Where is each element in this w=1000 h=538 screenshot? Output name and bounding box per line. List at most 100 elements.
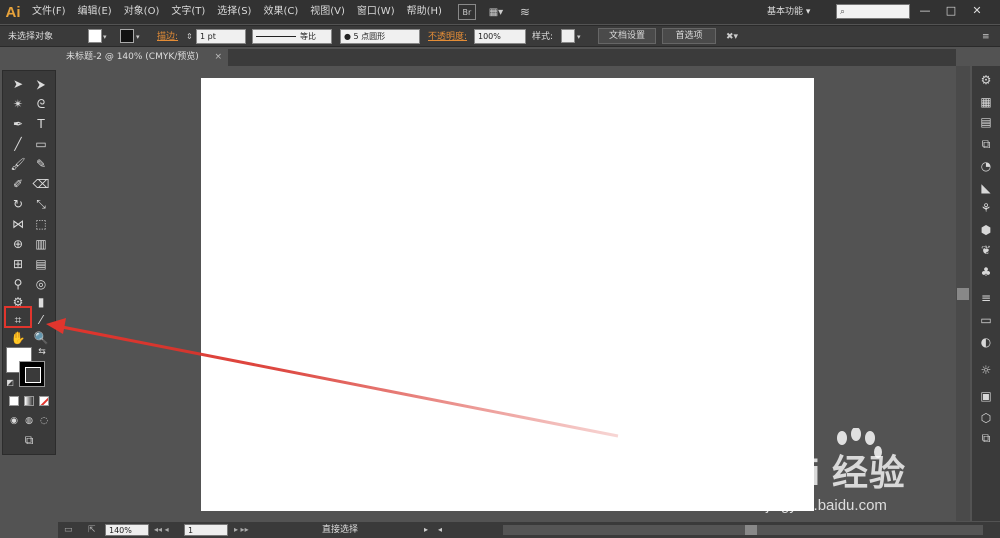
stroke-swatch[interactable] bbox=[120, 29, 134, 43]
graphic-style-swatch[interactable] bbox=[561, 29, 575, 43]
chevron-down-icon[interactable]: ▾ bbox=[103, 30, 107, 44]
panel-icon[interactable]: ◐ bbox=[977, 334, 995, 350]
artboard[interactable] bbox=[201, 78, 814, 511]
menu-item[interactable]: 窗口(W) bbox=[351, 0, 401, 24]
panel-icon[interactable]: ▦ bbox=[977, 94, 995, 110]
screen-mode-icon[interactable]: ⧉ bbox=[17, 431, 41, 449]
panel-icon[interactable]: ❦ bbox=[977, 242, 995, 258]
shape-builder-tool-icon[interactable]: ⊕ bbox=[7, 235, 29, 253]
blend-tool-icon[interactable]: ◎ bbox=[30, 275, 52, 293]
slice-tool-icon[interactable]: ⁄ bbox=[30, 311, 52, 329]
arrange-documents-icon[interactable]: ▦▾ bbox=[484, 4, 508, 20]
eraser-tool-icon[interactable]: ⌫ bbox=[30, 175, 52, 193]
rotate-tool-icon[interactable]: ↻ bbox=[7, 195, 29, 213]
first-artboard-icon[interactable]: ◂◂ ◂ bbox=[154, 524, 169, 536]
sync-settings-icon[interactable]: ≋ bbox=[516, 4, 534, 20]
workspace-switcher[interactable]: 基本功能 ▾ bbox=[767, 4, 810, 17]
column-graph-tool-icon[interactable]: ▮ bbox=[30, 293, 52, 311]
style-label: 样式: bbox=[532, 32, 554, 42]
panel-icon[interactable]: ⚙ bbox=[977, 72, 995, 88]
fill-swatch[interactable] bbox=[88, 29, 102, 43]
hand-tool-icon[interactable]: ✋ bbox=[7, 329, 29, 347]
close-icon[interactable]: × bbox=[214, 49, 222, 66]
preferences-button[interactable]: 首选项 bbox=[662, 28, 716, 44]
stroke-weight-field[interactable]: 1 pt bbox=[196, 29, 246, 44]
draw-normal-icon[interactable]: ◉ bbox=[7, 412, 21, 430]
minimize-button[interactable]: — bbox=[914, 3, 936, 19]
selection-tool-icon[interactable]: ➤ bbox=[7, 75, 29, 93]
default-colors-icon[interactable]: ◩ bbox=[4, 374, 16, 392]
free-transform-tool-icon[interactable]: ⬚ bbox=[30, 215, 52, 233]
scroll-left-icon[interactable]: ◂ bbox=[438, 524, 442, 536]
paintbrush-tool-icon[interactable]: 🖌 bbox=[7, 155, 29, 173]
panel-icon[interactable]: ▣ bbox=[977, 388, 995, 404]
menu-item[interactable]: 效果(C) bbox=[257, 0, 304, 24]
chevron-down-icon[interactable]: ▾ bbox=[577, 30, 581, 44]
stroke-link[interactable]: 描边: bbox=[157, 30, 178, 44]
magic-wand-tool-icon[interactable]: ✴ bbox=[7, 95, 29, 113]
search-input[interactable]: ⌕ bbox=[836, 4, 910, 19]
menu-item[interactable]: 文字(T) bbox=[165, 0, 211, 24]
bridge-icon[interactable]: Br bbox=[457, 4, 476, 20]
direct-selection-tool-icon[interactable]: ⮞ bbox=[30, 75, 52, 93]
panel-icon[interactable]: ♣ bbox=[977, 264, 995, 280]
chevron-down-icon[interactable]: ▾ bbox=[136, 30, 140, 44]
variable-width-profile[interactable]: 等比 bbox=[252, 29, 332, 44]
menu-item[interactable]: 视图(V) bbox=[304, 0, 351, 24]
panel-icon[interactable]: ≡ bbox=[977, 290, 995, 306]
panel-icon[interactable]: ⚘ bbox=[977, 200, 995, 216]
none-mode-icon[interactable] bbox=[39, 396, 49, 406]
rectangle-tool-icon[interactable]: ▭ bbox=[30, 135, 52, 153]
eyedropper-tool-icon[interactable]: ⚲ bbox=[7, 275, 29, 293]
panel-icon[interactable]: ⬢ bbox=[977, 222, 995, 238]
artboard-number-field[interactable]: 1 bbox=[184, 524, 228, 536]
menu-item[interactable]: 选择(S) bbox=[211, 0, 257, 24]
opacity-link[interactable]: 不透明度: bbox=[428, 30, 467, 44]
width-tool-icon[interactable]: ⋈ bbox=[7, 215, 29, 233]
line-segment-tool-icon[interactable]: ╱ bbox=[7, 135, 29, 153]
pencil-tool-icon[interactable]: ✎ bbox=[30, 155, 52, 173]
opacity-field[interactable]: 100% bbox=[474, 29, 526, 44]
lasso-tool-icon[interactable]: ᘓ bbox=[30, 95, 52, 113]
hscrollbar-thumb[interactable] bbox=[745, 525, 757, 535]
draw-inside-icon[interactable]: ◌ bbox=[37, 412, 51, 430]
panel-icon[interactable]: ◣ bbox=[977, 180, 995, 196]
stroke-color-box[interactable] bbox=[19, 361, 45, 387]
maximize-button[interactable]: □ bbox=[940, 3, 962, 19]
panel-icon[interactable]: ☼ bbox=[977, 362, 995, 378]
draw-behind-icon[interactable]: ◍ bbox=[22, 412, 36, 430]
panel-menu-icon[interactable]: ≡ bbox=[982, 30, 990, 44]
mesh-tool-icon[interactable]: ⊞ bbox=[7, 255, 29, 273]
document-tab[interactable]: 未标题-2 @ 140% (CMYK/预览) × bbox=[58, 49, 228, 66]
gradient-mode-icon[interactable] bbox=[24, 396, 34, 406]
swap-colors-icon[interactable]: ⇆ bbox=[35, 343, 49, 361]
next-artboard-icon[interactable]: ▸ ▸▸ bbox=[234, 524, 249, 536]
horizontal-scrollbar[interactable] bbox=[503, 525, 983, 535]
panel-icon[interactable]: ▭ bbox=[977, 312, 995, 328]
zoom-field[interactable]: 140% bbox=[105, 524, 149, 536]
brush-definition[interactable]: ● 5 点圆形 bbox=[340, 29, 420, 44]
panel-icon[interactable]: ⬡ bbox=[977, 410, 995, 426]
arrange-icon[interactable]: ✖▾ bbox=[726, 30, 738, 44]
scrollbar-thumb[interactable] bbox=[957, 288, 969, 300]
open-icon[interactable]: ⇱ bbox=[88, 524, 96, 536]
perspective-grid-tool-icon[interactable]: ▥ bbox=[30, 235, 52, 253]
type-tool-icon[interactable]: T bbox=[30, 115, 52, 133]
menu-item[interactable]: 文件(F) bbox=[26, 0, 72, 24]
panel-icon[interactable]: ◔ bbox=[977, 158, 995, 174]
status-menu-icon[interactable]: ▸ bbox=[424, 524, 428, 536]
close-button[interactable]: ✕ bbox=[966, 3, 988, 19]
pen-tool-icon[interactable]: ✒ bbox=[7, 115, 29, 133]
gradient-tool-icon[interactable]: ▤ bbox=[30, 255, 52, 273]
color-mode-icon[interactable] bbox=[9, 396, 19, 406]
blob-brush-tool-icon[interactable]: ✐ bbox=[7, 175, 29, 193]
stepper-icon[interactable]: ⇕ bbox=[186, 30, 193, 44]
watermark-url: jingyan.baidu.com bbox=[766, 497, 887, 514]
menu-item[interactable]: 编辑(E) bbox=[72, 0, 118, 24]
menu-item[interactable]: 对象(O) bbox=[118, 0, 166, 24]
document-setup-button[interactable]: 文档设置 bbox=[598, 28, 656, 44]
panel-icon[interactable]: ⧉ bbox=[977, 136, 995, 152]
menu-item[interactable]: 帮助(H) bbox=[401, 0, 448, 24]
panel-icon[interactable]: ▤ bbox=[977, 114, 995, 130]
scale-tool-icon[interactable]: ⤡ bbox=[30, 195, 52, 213]
